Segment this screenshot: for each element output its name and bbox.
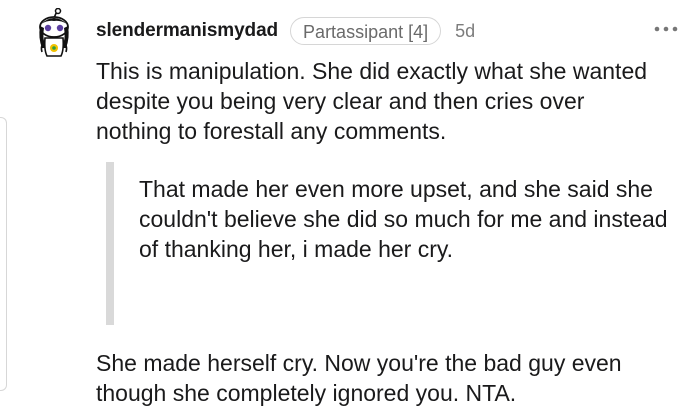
username-link[interactable]: slendermanismydad: [96, 20, 278, 42]
comment-text-paragraph: This is manipulation. She did exactly wh…: [96, 58, 648, 144]
comment-view: slendermanismydad Partassipant [4] 5d Th…: [0, 0, 700, 419]
blockquote-bar: [106, 162, 114, 325]
more-horizontal-icon[interactable]: [651, 19, 681, 39]
snoo-avatar-icon: [39, 7, 69, 57]
user-avatar[interactable]: [30, 7, 78, 60]
comment-text-paragraph: She made herself cry. Now you're the bad…: [96, 350, 622, 406]
user-flair: Partassipant [4]: [290, 17, 442, 45]
comment-header: slendermanismydad Partassipant [4] 5d: [96, 16, 475, 46]
blockquote-text: That made her even more upset, and she s…: [139, 176, 668, 262]
comment-age: 5d: [455, 20, 476, 41]
thread-collapse-line[interactable]: [0, 117, 7, 391]
